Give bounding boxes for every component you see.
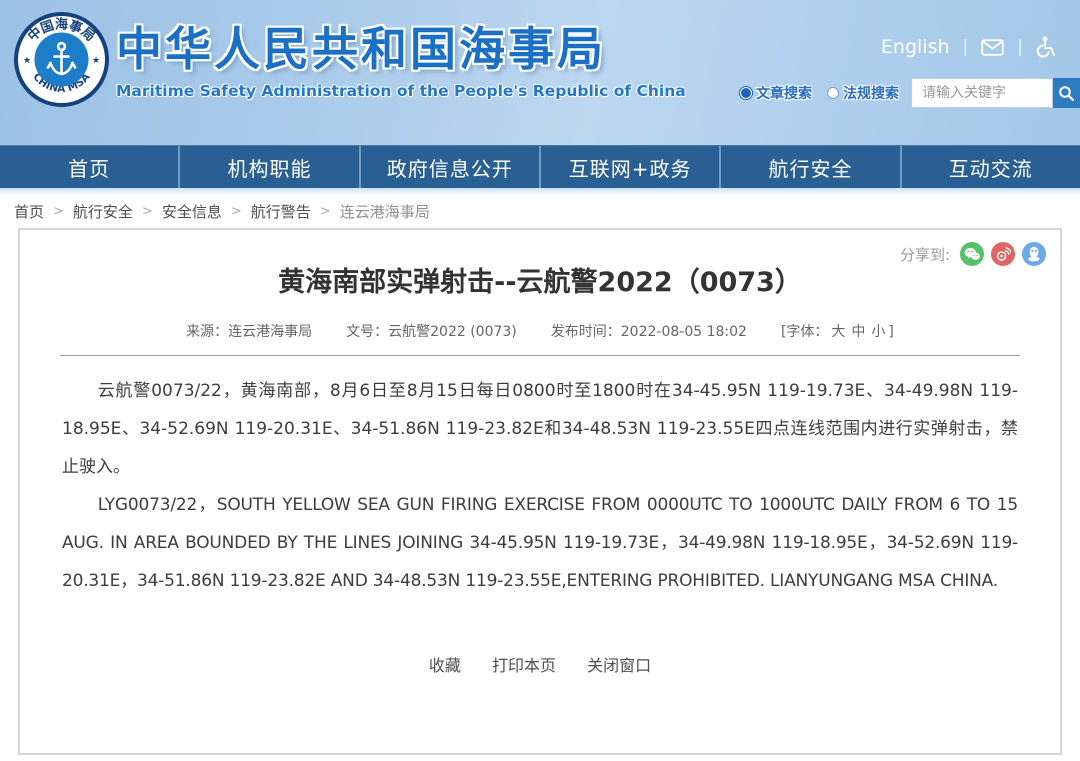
close-window-link[interactable]: 关闭窗口	[587, 656, 651, 675]
paragraph-chinese: 云航警0073/22，黄海南部，8月6日至8月15日每日0800时至1800时在…	[62, 372, 1018, 486]
qq-share-icon[interactable]	[1022, 242, 1046, 266]
utility-separator: |	[1017, 37, 1023, 57]
site-title-block: 中华人民共和国海事局 Maritime Safety Administratio…	[116, 24, 686, 100]
msa-logo-emblem: 中国海事局 CHINA MSA ★ ★	[13, 11, 110, 108]
meta-time-value: 2022-08-05 18:02	[621, 324, 747, 340]
breadcrumb-separator: >	[320, 204, 331, 219]
nav-bottom-strip	[0, 188, 1080, 196]
site-title: 中华人民共和国海事局	[116, 24, 686, 75]
search-button[interactable]	[1053, 78, 1080, 108]
article-footer-links: 收藏 打印本页 关闭窗口	[20, 652, 1060, 676]
utility-separator: |	[963, 37, 969, 57]
meta-source-value: 连云港海事局	[228, 324, 312, 340]
search-icon	[1058, 85, 1075, 102]
breadcrumb-nav-warning[interactable]: 航行警告	[251, 201, 311, 222]
search-input[interactable]	[911, 78, 1053, 108]
meta-source: 来源：连云港海事局	[186, 321, 312, 341]
font-size-control: [字体：大中小]	[781, 321, 894, 341]
radio-article-search[interactable]: 文章搜索	[740, 83, 812, 103]
favorite-link[interactable]: 收藏	[429, 656, 461, 675]
meta-publish-time: 发布时间：2022-08-05 18:02	[551, 321, 747, 341]
radio-law-search[interactable]: 法规搜索	[827, 83, 899, 103]
font-control-prefix: [字体：	[781, 324, 828, 340]
nav-item-home[interactable]: 首页	[0, 146, 178, 188]
meta-docno-value: 云航警2022 (0073)	[388, 324, 517, 340]
breadcrumb: 首页 > 航行安全 > 安全信息 > 航行警告 > 连云港海事局	[0, 196, 1080, 226]
site-header: 中国海事局 CHINA MSA ★ ★ 中华人民共和国海事局 Maritime …	[0, 0, 1080, 145]
font-control-suffix: ]	[888, 324, 893, 340]
share-label: 分享到:	[900, 244, 950, 265]
share-row: 分享到:	[900, 242, 1046, 266]
article-panel: 分享到:	[18, 228, 1062, 755]
mail-icon[interactable]	[981, 39, 1004, 56]
nav-item-navigation-safety[interactable]: 航行安全	[719, 146, 899, 188]
main-nav: 首页 机构职能 政府信息公开 互联网+政务 航行安全 互动交流	[0, 145, 1080, 188]
meta-docno-label: 文号：	[346, 324, 388, 340]
article-body: 云航警0073/22，黄海南部，8月6日至8月15日每日0800时至1800时在…	[62, 372, 1018, 600]
breadcrumb-lianyungang-msa: 连云港海事局	[340, 201, 430, 222]
font-size-large[interactable]: 大	[831, 324, 845, 340]
search-scope-radios: 文章搜索 法规搜索	[740, 83, 899, 103]
nav-item-internet-gov[interactable]: 互联网+政务	[539, 146, 719, 188]
logo-star-right: ★	[92, 56, 100, 66]
paragraph-english: LYG0073/22，SOUTH YELLOW SEA GUN FIRING E…	[62, 486, 1018, 600]
print-page-link[interactable]: 打印本页	[492, 656, 556, 675]
article-meta: 来源：连云港海事局 文号：云航警2022 (0073) 发布时间：2022-08…	[20, 321, 1060, 341]
logo-star-left: ★	[23, 56, 31, 66]
nav-item-gov-info[interactable]: 政府信息公开	[359, 146, 539, 188]
english-link[interactable]: English	[881, 36, 950, 58]
meta-time-label: 发布时间：	[551, 324, 621, 340]
meta-doc-number: 文号：云航警2022 (0073)	[346, 321, 517, 341]
radio-law-label: 法规搜索	[843, 83, 899, 103]
breadcrumb-separator: >	[53, 204, 64, 219]
radio-article-label: 文章搜索	[756, 83, 812, 103]
nav-item-functions[interactable]: 机构职能	[178, 146, 358, 188]
breadcrumb-separator: >	[231, 204, 242, 219]
breadcrumb-navigation-safety[interactable]: 航行安全	[73, 201, 133, 222]
site-subtitle: Maritime Safety Administration of the Pe…	[116, 82, 686, 100]
font-size-medium[interactable]: 中	[851, 324, 865, 340]
weibo-share-icon[interactable]	[991, 242, 1015, 266]
breadcrumb-separator: >	[142, 204, 153, 219]
font-size-small[interactable]: 小	[871, 324, 885, 340]
meta-divider	[60, 355, 1020, 356]
accessibility-icon[interactable]	[1036, 36, 1056, 58]
meta-source-label: 来源：	[186, 324, 228, 340]
msa-logo[interactable]: 中国海事局 CHINA MSA ★ ★	[13, 11, 110, 108]
header-search-bar: 文章搜索 法规搜索	[740, 78, 1080, 108]
wechat-share-icon[interactable]	[960, 242, 984, 266]
article-title: 黄海南部实弹射击--云航警2022（0073）	[90, 260, 990, 299]
header-utility-bar: English | |	[881, 36, 1056, 58]
breadcrumb-home[interactable]: 首页	[14, 201, 44, 222]
nav-item-interaction[interactable]: 互动交流	[900, 146, 1080, 188]
radio-unselected-icon	[827, 87, 839, 99]
breadcrumb-safety-info[interactable]: 安全信息	[162, 201, 222, 222]
radio-selected-icon	[740, 87, 752, 99]
